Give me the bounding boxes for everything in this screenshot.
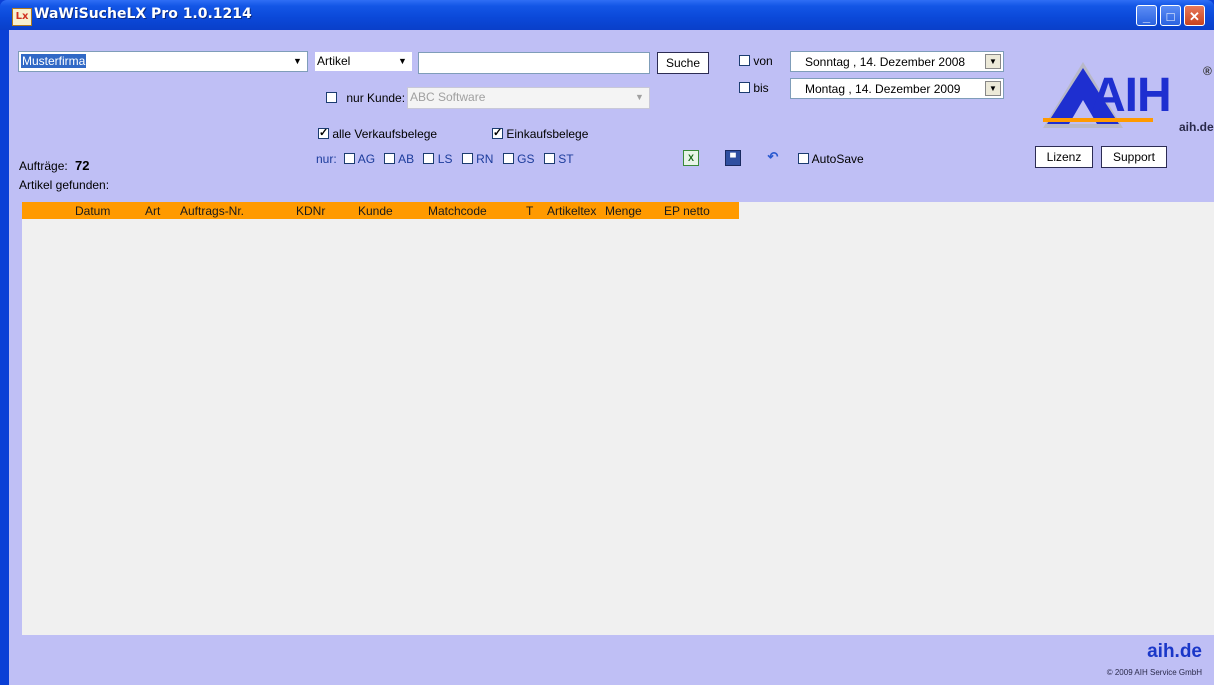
column-header[interactable]: T bbox=[526, 204, 533, 218]
type-value: Artikel bbox=[317, 54, 351, 68]
chevron-down-icon: ▼ bbox=[293, 56, 302, 66]
column-header[interactable]: KDNr bbox=[296, 204, 325, 218]
nur-option-st[interactable]: ST bbox=[543, 152, 574, 166]
title-bar[interactable]: Lx WaWiSucheLX Pro 1.0.1214 _ □ ✕ bbox=[0, 0, 1214, 30]
alle-verkaufsbelege-checkbox[interactable]: alle Verkaufsbelege bbox=[318, 126, 438, 141]
von-label: von bbox=[753, 54, 773, 68]
checkbox-icon bbox=[739, 82, 750, 93]
autosave-checkbox[interactable]: AutoSave bbox=[798, 152, 864, 166]
bis-date-picker[interactable]: Montag , 14. Dezember 2009 ▼ bbox=[790, 78, 1004, 99]
column-header[interactable]: Matchcode bbox=[428, 204, 487, 218]
einkaufsbelege-label: Einkaufsbelege bbox=[506, 127, 589, 141]
excel-export-icon[interactable]: X bbox=[683, 150, 699, 166]
checkbox-icon bbox=[798, 153, 809, 164]
von-date-value: Sonntag , 14. Dezember 2008 bbox=[805, 55, 966, 69]
type-select[interactable]: Artikel ▼ bbox=[314, 51, 413, 72]
bis-checkbox[interactable]: bis bbox=[739, 81, 769, 95]
checkbox-icon bbox=[739, 55, 750, 66]
bis-label: bis bbox=[753, 81, 769, 95]
customer-value: ABC Software bbox=[410, 90, 486, 104]
search-button[interactable]: Suche bbox=[657, 52, 709, 74]
nur-option-rn[interactable]: RN bbox=[461, 152, 493, 166]
app-icon: Lx bbox=[12, 8, 32, 26]
chevron-down-icon: ▼ bbox=[398, 56, 407, 66]
column-header[interactable]: Art bbox=[145, 204, 160, 218]
nur-kunde-label: nur Kunde: bbox=[346, 91, 406, 105]
von-date-picker[interactable]: Sonntag , 14. Dezember 2008 ▼ bbox=[790, 51, 1004, 72]
column-header[interactable]: Artikeltex bbox=[547, 204, 596, 218]
support-button[interactable]: Support bbox=[1101, 146, 1167, 168]
logo-text: AIH bbox=[1091, 69, 1172, 122]
search-input[interactable] bbox=[418, 52, 650, 74]
nur-filter-group: nur: AG AB LS RN GS ST bbox=[316, 152, 580, 166]
client-area: Musterfirma ▼ Artikel ▼ Suche von Sonnta… bbox=[9, 30, 1214, 685]
license-button[interactable]: Lizenz bbox=[1035, 146, 1093, 168]
customer-select[interactable]: ABC Software ▼ bbox=[407, 87, 650, 109]
minimize-button[interactable]: _ bbox=[1136, 5, 1157, 26]
floppy-disk-icon[interactable]: ▀ bbox=[725, 150, 741, 166]
nur-option-gs[interactable]: GS bbox=[502, 152, 535, 166]
nur-label: nur: bbox=[316, 152, 337, 166]
chevron-down-icon: ▼ bbox=[985, 54, 1001, 69]
logo-domain: aih.de bbox=[1179, 120, 1214, 134]
maximize-button[interactable]: □ bbox=[1160, 5, 1181, 26]
column-header[interactable]: Datum bbox=[75, 204, 110, 218]
einkaufsbelege-checkbox[interactable]: Einkaufsbelege bbox=[492, 126, 589, 141]
orders-label: Aufträge: bbox=[19, 159, 68, 173]
registered-mark: ® bbox=[1203, 64, 1212, 78]
company-select[interactable]: Musterfirma ▼ bbox=[18, 51, 308, 72]
orders-value: 72 bbox=[75, 158, 90, 173]
nur-kunde-checkbox[interactable]: nur Kunde: bbox=[326, 91, 405, 105]
von-checkbox[interactable]: von bbox=[739, 54, 773, 68]
footer-copyright: © 2009 AIH Service GmbH bbox=[1106, 668, 1202, 677]
orders-count: Aufträge: 72 bbox=[19, 158, 90, 173]
articles-found-label: Artikel gefunden: bbox=[19, 178, 110, 192]
column-header[interactable]: Kunde bbox=[358, 204, 393, 218]
company-value: Musterfirma bbox=[21, 54, 87, 68]
checkbox-icon bbox=[326, 92, 337, 103]
autosave-label: AutoSave bbox=[811, 152, 864, 166]
close-button[interactable]: ✕ bbox=[1184, 5, 1205, 26]
window-title: WaWiSucheLX Pro 1.0.1214 bbox=[34, 6, 252, 22]
chevron-down-icon: ▼ bbox=[985, 81, 1001, 96]
checkbox-checked-icon bbox=[492, 126, 503, 139]
undo-icon[interactable]: ↶ bbox=[766, 150, 780, 164]
alle-verkaufsbelege-label: alle Verkaufsbelege bbox=[332, 127, 438, 141]
footer-domain: aih.de bbox=[1147, 641, 1202, 662]
column-header[interactable]: Auftrags-Nr. bbox=[180, 204, 244, 218]
results-grid[interactable]: Datum Art Auftrags-Nr. KDNr Kunde Matchc… bbox=[22, 202, 1214, 635]
nur-option-ag[interactable]: AG bbox=[344, 152, 375, 166]
chevron-down-icon: ▼ bbox=[635, 92, 644, 102]
column-header[interactable]: EP netto bbox=[664, 204, 710, 218]
bis-date-value: Montag , 14. Dezember 2009 bbox=[805, 82, 961, 96]
column-header[interactable]: Menge bbox=[605, 204, 642, 218]
aih-logo: AIH ® aih.de bbox=[1039, 58, 1214, 136]
checkbox-checked-icon bbox=[318, 126, 329, 139]
app-window: Lx WaWiSucheLX Pro 1.0.1214 _ □ ✕ Muster… bbox=[0, 0, 1214, 685]
nur-option-ab[interactable]: AB bbox=[384, 152, 414, 166]
nur-option-ls[interactable]: LS bbox=[423, 152, 452, 166]
grid-header: Datum Art Auftrags-Nr. KDNr Kunde Matchc… bbox=[22, 202, 739, 219]
